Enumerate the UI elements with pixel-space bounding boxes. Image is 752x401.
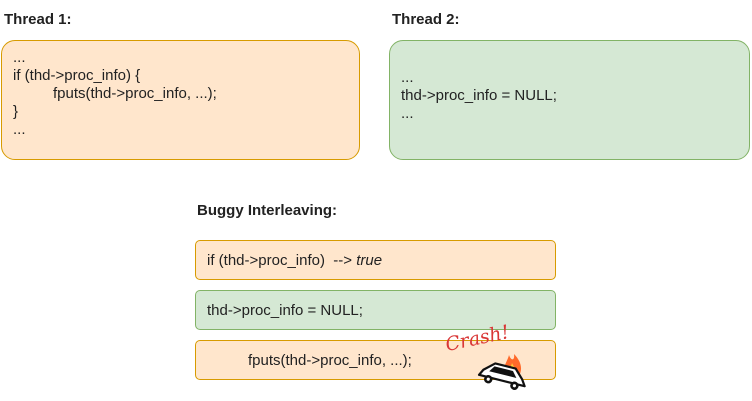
thread1-line-1: ... xyxy=(13,49,26,66)
thread1-line-4: } xyxy=(13,103,19,120)
thread2-line-1: ... xyxy=(401,69,414,86)
thread2-line-3: ... xyxy=(401,105,414,122)
thread1-title: Thread 1: xyxy=(4,11,72,28)
crashed-car-icon xyxy=(477,362,526,390)
thread2-title: Thread 2: xyxy=(392,11,460,28)
interleaving-step-1: if (thd->proc_info) --> true xyxy=(195,240,556,280)
thread1-line-3: fputs(thd->proc_info, ...); xyxy=(53,85,217,102)
thread2-line-2: thd->proc_info = NULL; xyxy=(401,87,557,104)
thread1-line-5: ... xyxy=(13,121,26,138)
thread1-line-2: if (thd->proc_info) { xyxy=(13,67,141,84)
interleaving-title: Buggy Interleaving: xyxy=(197,202,338,219)
step3-code: fputs(thd->proc_info, ...); xyxy=(248,351,412,369)
thread2-code-box: ... thd->proc_info = NULL; ... xyxy=(389,40,750,160)
step2-code: thd->proc_info = NULL; xyxy=(207,301,363,319)
thread1-code-box: ... if (thd->proc_info) { fputs(thd->pro… xyxy=(1,40,360,160)
step1-code: if (thd->proc_info) --> xyxy=(207,251,357,269)
step1-result: true xyxy=(356,251,383,269)
crash-icon-group xyxy=(477,354,526,390)
